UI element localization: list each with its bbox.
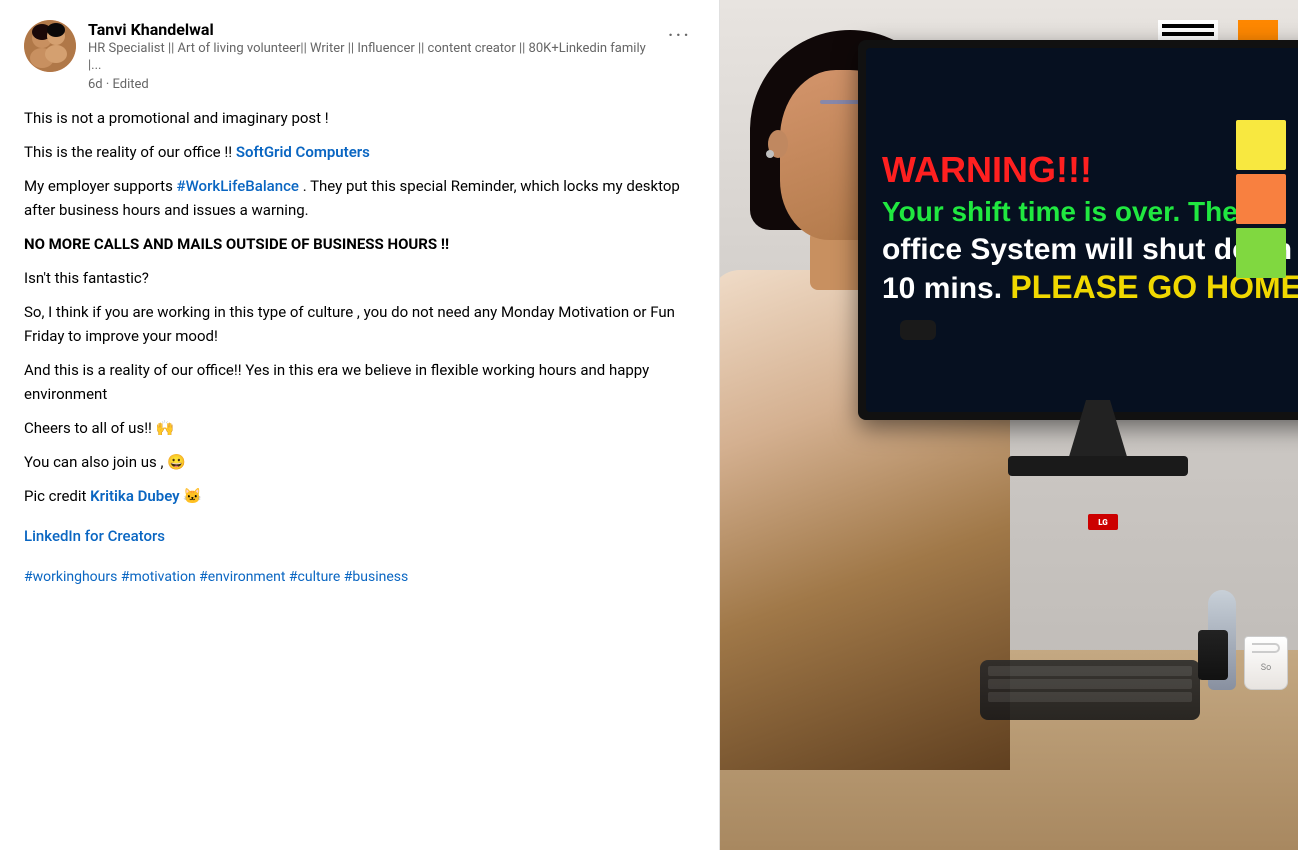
- post-panel: Tanvi Khandelwal HR Specialist || Art of…: [0, 0, 720, 850]
- worklife-hashtag[interactable]: #WorkLifeBalance: [177, 177, 299, 195]
- paragraph-1: This is not a promotional and imaginary …: [24, 106, 695, 130]
- mug-text: So: [1245, 663, 1287, 673]
- hashtags[interactable]: #workinghours #motivation #environment #…: [24, 566, 695, 588]
- author-title: HR Specialist || Art of living volunteer…: [88, 41, 648, 75]
- earring: [766, 150, 774, 158]
- text-span: And this is a reality of our office!! Ye…: [24, 361, 649, 403]
- sticky-notes: [1236, 120, 1286, 278]
- photo-panel: WARNING!!! Your shift time is over. The …: [720, 0, 1298, 850]
- author-section: Tanvi Khandelwal HR Specialist || Art of…: [24, 20, 648, 92]
- softgrid-link[interactable]: SoftGrid Computers: [236, 143, 370, 161]
- sticky-note-yellow: [1236, 120, 1286, 170]
- key-row: [988, 692, 1192, 702]
- text-span: Cheers to all of us!! 🙌: [24, 419, 174, 437]
- paragraph-5: Isn't this fantastic?: [24, 266, 695, 290]
- paragraph-10: Pic credit Kritika Dubey 🐱: [24, 484, 695, 508]
- monitor-display: WARNING!!! Your shift time is over. The …: [866, 48, 1298, 412]
- post-content: This is not a promotional and imaginary …: [24, 106, 695, 588]
- scene: WARNING!!! Your shift time is over. The …: [720, 0, 1298, 850]
- text-span: Isn't this fantastic?: [24, 269, 149, 287]
- mug-handle: [1252, 643, 1280, 653]
- key-row: [988, 666, 1192, 676]
- paragraph-3: My employer supports #WorkLifeBalance . …: [24, 174, 695, 222]
- paragraph-8: Cheers to all of us!! 🙌: [24, 416, 695, 440]
- coffee-mug: So: [1244, 636, 1288, 690]
- caps-text: NO MORE CALLS AND MAILS OUTSIDE OF BUSIN…: [24, 235, 449, 253]
- post-meta: 6d · Edited: [88, 77, 648, 92]
- flag-saffron: [1238, 20, 1278, 40]
- text-span: You can also join us , 😀: [24, 453, 186, 471]
- object-dark: [1198, 630, 1228, 680]
- text-span: This is the reality of our office !!: [24, 143, 236, 161]
- kritika-link[interactable]: Kritika Dubey: [90, 487, 179, 505]
- text-span: Pic credit: [24, 487, 90, 505]
- smartwatch: [900, 320, 936, 340]
- post-header: Tanvi Khandelwal HR Specialist || Art of…: [24, 20, 695, 92]
- paragraph-4: NO MORE CALLS AND MAILS OUTSIDE OF BUSIN…: [24, 232, 695, 256]
- paragraph-7: And this is a reality of our office!! Ye…: [24, 358, 695, 406]
- keyboard: [980, 660, 1200, 720]
- text-span: My employer supports: [24, 177, 177, 195]
- lg-logo: LG: [1088, 514, 1118, 530]
- author-name: Tanvi Khandelwal: [88, 20, 648, 41]
- paragraph-9: You can also join us , 😀: [24, 450, 695, 474]
- monitor: WARNING!!! Your shift time is over. The …: [838, 40, 1298, 540]
- linkedin-creators-link[interactable]: LinkedIn for Creators: [24, 524, 165, 548]
- author-info: Tanvi Khandelwal HR Specialist || Art of…: [88, 20, 648, 92]
- sticky-note-orange: [1236, 174, 1286, 224]
- text-span: This is not a promotional and imaginary …: [24, 109, 329, 127]
- paragraph-2: This is the reality of our office !! Sof…: [24, 140, 695, 164]
- text-span: So, I think if you are working in this t…: [24, 303, 675, 345]
- key-row: [988, 679, 1192, 689]
- monitor-bezel: WARNING!!! Your shift time is over. The …: [858, 40, 1298, 420]
- paragraph-6: So, I think if you are working in this t…: [24, 300, 695, 348]
- more-options-button[interactable]: ···: [664, 20, 695, 53]
- emoji-cat: 🐱: [183, 487, 202, 505]
- avatar[interactable]: [24, 20, 76, 72]
- sticky-note-green: [1236, 228, 1286, 278]
- key-rows: [980, 660, 1200, 708]
- monitor-base: [1008, 456, 1188, 476]
